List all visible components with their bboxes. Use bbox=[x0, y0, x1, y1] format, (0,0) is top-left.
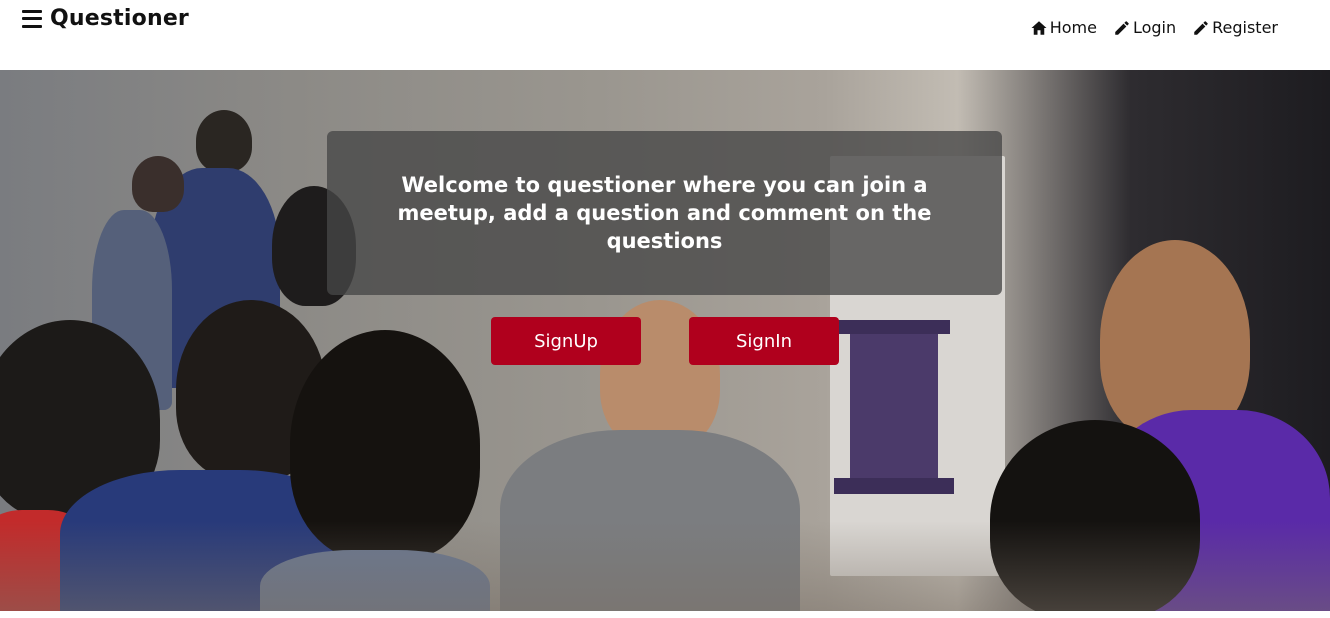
nav-home-label: Home bbox=[1049, 18, 1097, 37]
hamburger-menu-icon[interactable] bbox=[22, 9, 42, 28]
welcome-box: Welcome to questioner where you can join… bbox=[327, 131, 1002, 295]
background-person bbox=[196, 110, 252, 172]
nav-register-label: Register bbox=[1212, 18, 1278, 37]
pillar-logo bbox=[834, 320, 954, 494]
signup-button[interactable]: SignUp bbox=[491, 317, 641, 365]
background-person bbox=[132, 156, 184, 212]
brand-title: Questioner bbox=[50, 6, 189, 31]
pencil-icon bbox=[1115, 20, 1129, 35]
home-icon bbox=[1031, 20, 1047, 35]
brand: Questioner bbox=[22, 6, 189, 31]
welcome-text: Welcome to questioner where you can join… bbox=[397, 173, 932, 253]
main-nav: Home Login Register bbox=[1030, 18, 1278, 37]
floor-shadow bbox=[0, 521, 1330, 611]
nav-register-link[interactable]: Register bbox=[1192, 18, 1278, 37]
signin-button[interactable]: SignIn bbox=[689, 317, 839, 365]
nav-home-link[interactable]: Home bbox=[1030, 18, 1097, 37]
nav-login-label: Login bbox=[1132, 18, 1177, 37]
nav-login-link[interactable]: Login bbox=[1113, 18, 1176, 37]
pencil-icon bbox=[1194, 20, 1208, 35]
top-header: Questioner Home Login Register bbox=[0, 0, 1330, 70]
